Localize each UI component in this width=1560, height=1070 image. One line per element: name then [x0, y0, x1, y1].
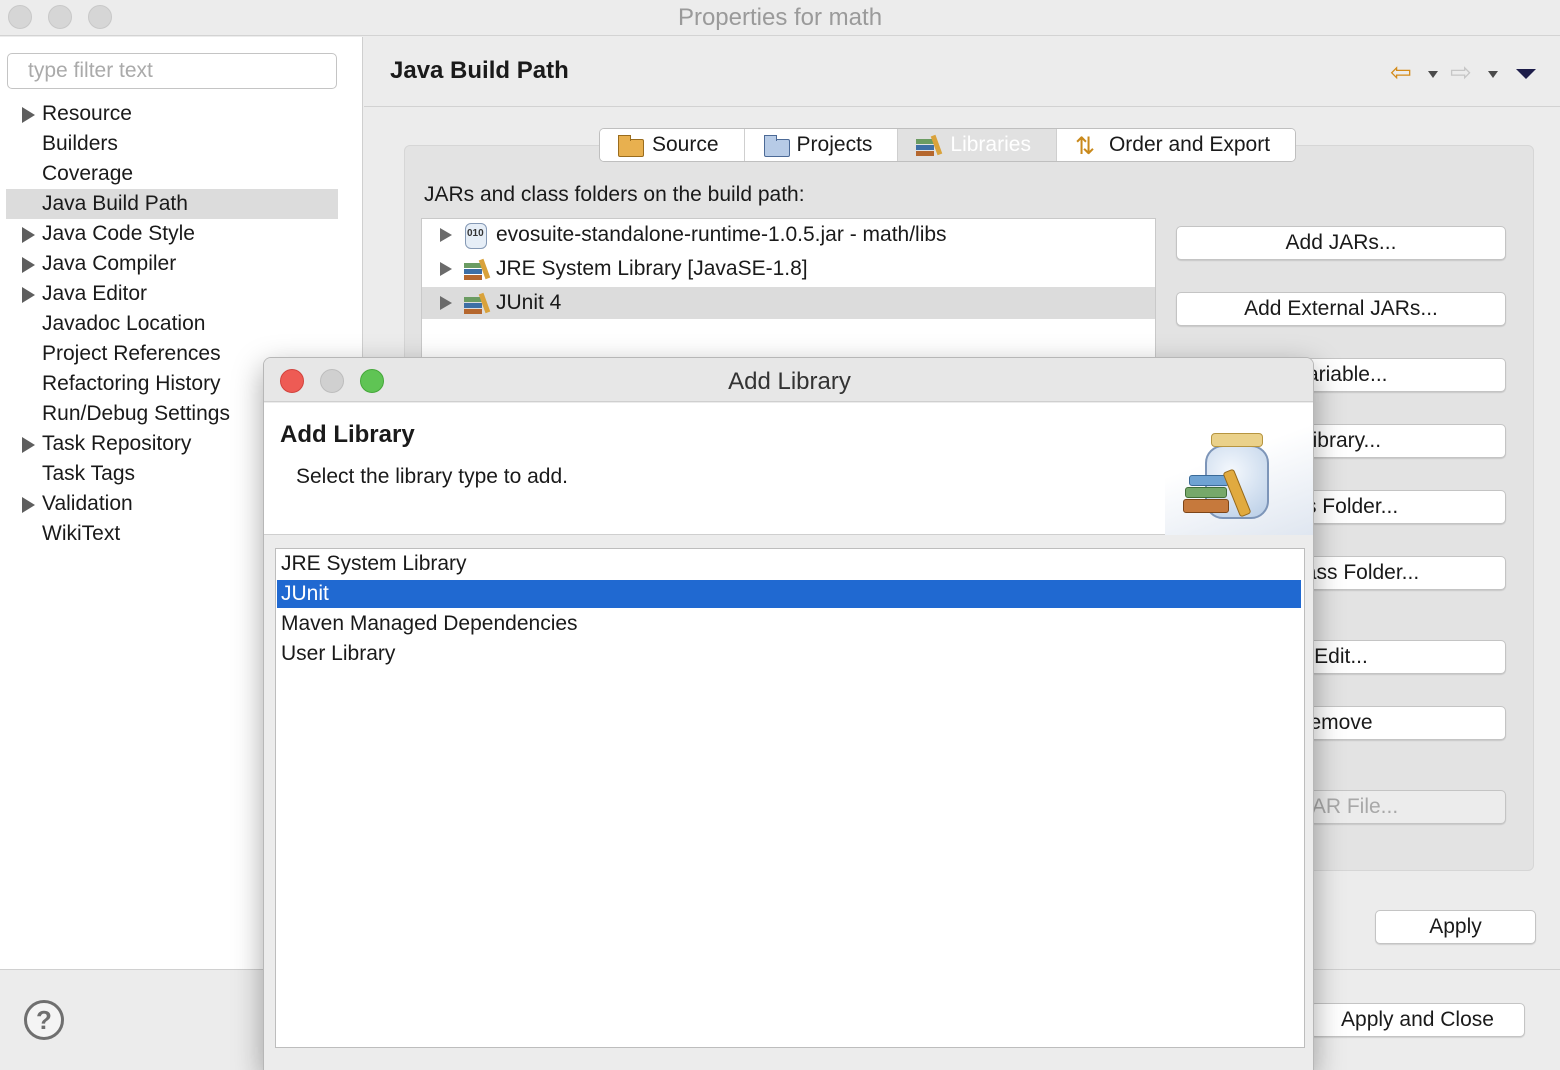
expand-arrow-icon[interactable]: [22, 107, 35, 123]
tree-item-label: Task Repository: [42, 432, 192, 455]
dialog-titlebar: Add Library: [264, 358, 1313, 402]
forward-history-dropdown-icon[interactable]: [1488, 71, 1498, 78]
list-item[interactable]: JRE System Library [JavaSE-1.8]: [422, 253, 1155, 285]
jar-entry-label: JUnit 4: [496, 291, 562, 314]
tree-item-java-code-style[interactable]: Java Code Style: [6, 219, 338, 249]
tree-item-builders[interactable]: Builders: [6, 129, 338, 159]
tree-item-coverage[interactable]: Coverage: [6, 159, 338, 189]
filter-input[interactable]: [7, 53, 337, 89]
dialog-heading: Add Library: [280, 421, 415, 448]
expand-arrow-icon[interactable]: [22, 257, 35, 273]
tab-source[interactable]: Source: [600, 129, 745, 161]
window-title: Properties for math: [677, 4, 883, 31]
add-library-dialog: Add Library Add Library Select the libra…: [263, 357, 1314, 1070]
library-icon: [462, 291, 488, 315]
tree-item-label: Validation: [42, 492, 133, 515]
list-item[interactable]: JUnit: [277, 580, 1301, 608]
expand-arrow-icon[interactable]: [22, 287, 35, 303]
libraries-icon: [914, 133, 944, 157]
tree-item-label: Refactoring History: [42, 372, 221, 395]
list-item[interactable]: evosuite-standalone-runtime-1.0.5.jar - …: [422, 219, 1155, 251]
library-jar-icon: [1171, 431, 1283, 523]
tree-item-label: Project References: [42, 342, 221, 365]
expand-arrow-icon[interactable]: [22, 437, 35, 453]
tab-libraries[interactable]: Libraries: [898, 129, 1057, 161]
jar-entry-label: JRE System Library [JavaSE-1.8]: [496, 257, 808, 280]
list-item[interactable]: JUnit 4: [422, 287, 1155, 319]
page-title: Java Build Path: [390, 57, 569, 84]
dialog-banner: Add Library Select the library type to a…: [264, 403, 1313, 535]
back-arrow-icon[interactable]: ⇦: [1390, 59, 1412, 85]
expand-arrow-icon[interactable]: [22, 227, 35, 243]
tree-item-javadoc-location[interactable]: Javadoc Location: [6, 309, 338, 339]
view-menu-icon[interactable]: [1516, 69, 1536, 79]
jar-icon: [462, 223, 488, 249]
tree-item-label: Javadoc Location: [42, 312, 206, 335]
page-header: Java Build Path ⇦ ⇨: [364, 37, 1560, 107]
dialog-description: Select the library type to add.: [296, 465, 568, 488]
tree-item-label: Java Code Style: [42, 222, 195, 245]
order-export-icon: [1073, 131, 1103, 161]
apply-button[interactable]: Apply: [1375, 910, 1536, 944]
build-path-label: JARs and class folders on the build path…: [424, 183, 805, 206]
tree-item-label: Java Editor: [42, 282, 148, 305]
library-type-list[interactable]: JRE System Library JUnit Maven Managed D…: [275, 548, 1305, 1048]
tab-label: Source: [652, 133, 719, 156]
tab-label: Libraries: [950, 133, 1031, 156]
add-external-jars-button[interactable]: Add External JARs...: [1176, 292, 1506, 326]
help-icon[interactable]: ?: [24, 1000, 64, 1040]
expand-arrow-icon[interactable]: [440, 296, 452, 310]
tree-item-resource[interactable]: Resource: [6, 99, 338, 129]
source-folder-icon: [616, 133, 646, 157]
tree-item-java-compiler[interactable]: Java Compiler: [6, 249, 338, 279]
expand-arrow-icon[interactable]: [22, 497, 35, 513]
apply-and-close-button[interactable]: Apply and Close: [1310, 1003, 1525, 1037]
list-item[interactable]: Maven Managed Dependencies: [277, 610, 1301, 638]
build-path-entries-list[interactable]: evosuite-standalone-runtime-1.0.5.jar - …: [421, 218, 1156, 358]
list-item[interactable]: User Library: [277, 640, 1301, 668]
back-history-dropdown-icon[interactable]: [1428, 71, 1438, 78]
expand-arrow-icon[interactable]: [440, 262, 452, 276]
tree-item-label: Resource: [42, 102, 132, 125]
tree-item-java-build-path[interactable]: Java Build Path: [6, 189, 338, 219]
tree-item-label: WikiText: [42, 522, 121, 545]
dialog-title: Add Library: [728, 368, 851, 395]
tree-item-label: Java Compiler: [42, 252, 177, 275]
tree-item-label: Run/Debug Settings: [42, 402, 230, 425]
tab-label: Order and Export: [1108, 133, 1271, 156]
tree-item-label: Builders: [42, 132, 118, 155]
expand-arrow-icon[interactable]: [440, 228, 452, 242]
add-jars-button[interactable]: Add JARs...: [1176, 226, 1506, 260]
jar-entry-label: evosuite-standalone-runtime-1.0.5.jar - …: [496, 223, 947, 246]
tree-item-label: Coverage: [42, 162, 134, 185]
list-item[interactable]: JRE System Library: [277, 550, 1301, 578]
tree-item-label: Java Build Path: [42, 192, 188, 215]
window-titlebar: Properties for math: [0, 0, 1560, 36]
tree-item-java-editor[interactable]: Java Editor: [6, 279, 338, 309]
tab-bar: Source Projects Libraries Order and Expo…: [599, 128, 1297, 162]
projects-icon: [761, 133, 791, 157]
tab-label: Projects: [796, 133, 873, 156]
tree-item-label: Task Tags: [42, 462, 135, 485]
tab-projects[interactable]: Projects: [744, 129, 899, 161]
tab-order-and-export[interactable]: Order and Export: [1056, 129, 1296, 161]
library-icon: [462, 257, 488, 281]
forward-arrow-icon[interactable]: ⇨: [1450, 59, 1472, 85]
